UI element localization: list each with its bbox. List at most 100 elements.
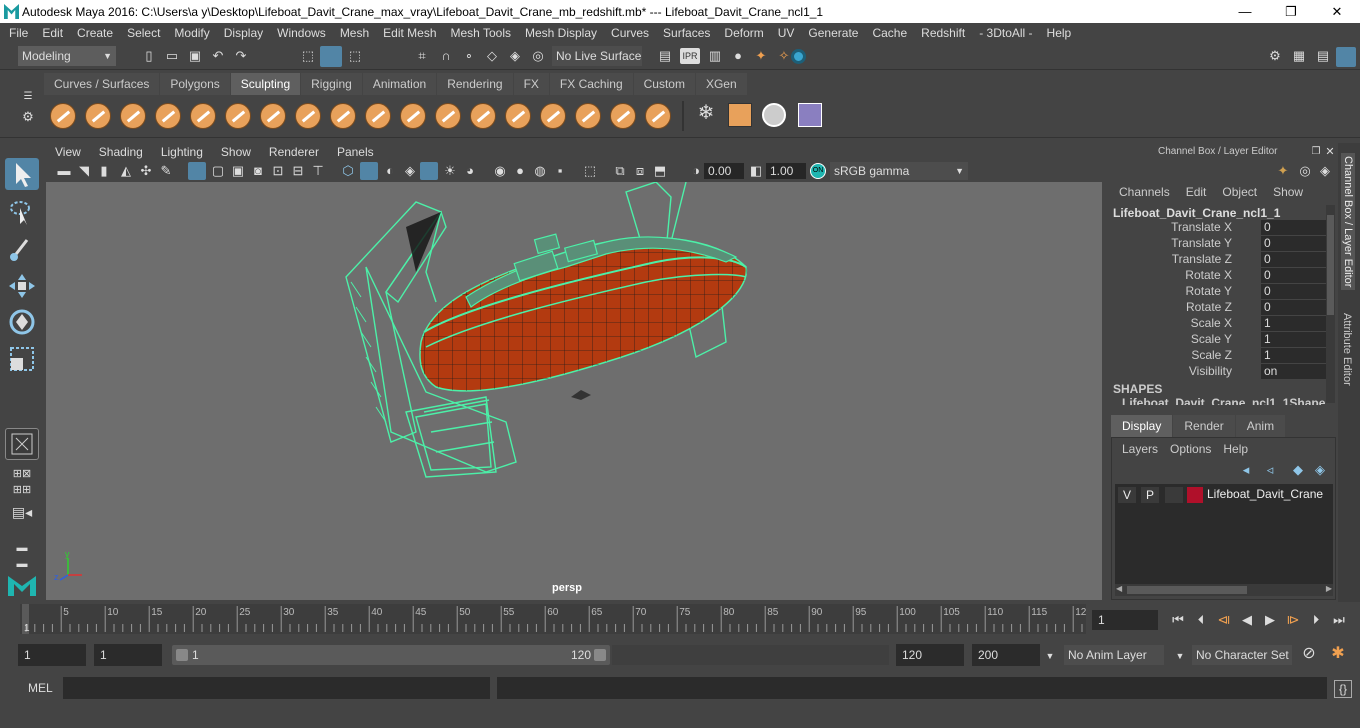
menu-deform[interactable]: Deform xyxy=(717,26,770,40)
repeat-tool-icon[interactable] xyxy=(330,103,356,129)
go-to-start-icon[interactable]: ⏮ xyxy=(1170,612,1186,628)
chevron-down-icon[interactable]: ▼ xyxy=(1044,648,1056,664)
snap-grid-icon[interactable]: ⌗ xyxy=(414,48,430,64)
channel-row[interactable]: Scale X1 xyxy=(1108,316,1328,332)
menu-create[interactable]: Create xyxy=(70,26,120,40)
maya-workspace-icon[interactable] xyxy=(6,570,38,598)
channel-row[interactable]: Rotate Z0 xyxy=(1108,300,1328,316)
four-view-layout-icon[interactable]: ⊞⊠ ⊞⊞ xyxy=(8,466,36,498)
film-gate-icon[interactable]: ▢ xyxy=(210,163,226,179)
playback-end-field[interactable]: 120 xyxy=(896,644,964,666)
channel-row[interactable]: Scale Z1 xyxy=(1108,348,1328,364)
menu-mesh-tools[interactable]: Mesh Tools xyxy=(444,26,518,40)
gate-mask-icon[interactable]: ◙ xyxy=(250,163,266,179)
playback-start-field[interactable]: 1 xyxy=(94,644,162,666)
animation-preferences-icon[interactable]: ✱ xyxy=(1328,646,1348,662)
channel-row[interactable]: Rotate Y0 xyxy=(1108,284,1328,300)
scale-tool-icon[interactable] xyxy=(5,342,39,374)
snap-point-icon[interactable]: ∘ xyxy=(461,48,477,64)
play-backwards-icon[interactable]: ◀ xyxy=(1239,612,1255,628)
wax-tool-icon[interactable] xyxy=(400,103,426,129)
bookmark-icon[interactable]: ▮ xyxy=(96,163,112,179)
menu-modify[interactable]: Modify xyxy=(167,26,216,40)
exposure-field[interactable]: 0.00 xyxy=(704,163,744,179)
anti-aliasing-icon[interactable]: ▪ xyxy=(552,163,568,179)
smear-tool-icon[interactable] xyxy=(540,103,566,129)
imprint-tool-icon[interactable] xyxy=(365,103,391,129)
layout-icon[interactable]: ▦ xyxy=(1290,48,1308,64)
select-component-icon[interactable]: ⬚ xyxy=(347,48,363,64)
spray-tool-icon[interactable] xyxy=(295,103,321,129)
menu-3dtoall[interactable]: - 3DtoAll - xyxy=(972,26,1039,40)
perspective-viewport[interactable]: y z persp xyxy=(46,182,1102,600)
smooth-tool-icon[interactable] xyxy=(85,103,111,129)
save-scene-icon[interactable]: ▣ xyxy=(187,48,203,64)
menu-help[interactable]: Help xyxy=(1040,26,1079,40)
convert-to-frozen-icon[interactable]: ❄ xyxy=(694,103,718,123)
viewport-menu-show[interactable]: Show xyxy=(212,145,260,159)
scene-start-field[interactable]: 1 xyxy=(18,644,86,666)
new-scene-icon[interactable]: ▯ xyxy=(141,48,157,64)
viewport-menu-shading[interactable]: Shading xyxy=(90,145,152,159)
character-set-dropdown[interactable]: No Character Set xyxy=(1192,645,1292,665)
amplify-tool-icon[interactable] xyxy=(610,103,636,129)
viewport-menu-renderer[interactable]: Renderer xyxy=(260,145,328,159)
live-surface-field[interactable]: No Live Surface xyxy=(552,46,642,66)
tab-xgen[interactable]: XGen xyxy=(695,73,747,95)
menu-edit-mesh[interactable]: Edit Mesh xyxy=(376,26,443,40)
shadows-icon[interactable]: ◕ xyxy=(462,163,478,179)
depth-of-field-icon[interactable]: ⧉ xyxy=(612,163,628,179)
menu-show[interactable]: Show xyxy=(1265,185,1311,199)
hypershade-icon[interactable]: ● xyxy=(730,48,746,64)
close-panel-icon[interactable]: ✕ xyxy=(1324,144,1336,160)
relax-tool-icon[interactable] xyxy=(120,103,146,129)
default-material-icon[interactable]: ◐ xyxy=(382,163,398,179)
move-layer-down-icon[interactable]: ◃ xyxy=(1262,462,1278,478)
resolution-gate-icon[interactable]: ▣ xyxy=(230,163,246,179)
pinch-tool-icon[interactable] xyxy=(190,103,216,129)
channel-row[interactable]: Translate X0 xyxy=(1108,220,1328,236)
script-editor-icon[interactable]: {} xyxy=(1334,680,1352,698)
step-forward-key-icon[interactable]: ⧐ xyxy=(1285,612,1301,628)
exposure-icon[interactable]: ◑ xyxy=(688,163,704,179)
render-frame-icon[interactable]: ▤ xyxy=(657,48,673,64)
menu-display[interactable]: Display xyxy=(217,26,270,40)
mode-dropdown[interactable]: Modeling ▼ xyxy=(18,46,116,66)
gamma-field[interactable]: 1.00 xyxy=(766,163,806,179)
time-ruler[interactable]: 5 10 15 20 25 30 35 40 45 50 55 60 65 70 75 80 85 90 95 100… xyxy=(20,604,1086,634)
go-to-end-icon[interactable]: ⏭ xyxy=(1331,612,1347,628)
safe-action-icon[interactable]: ⊟ xyxy=(290,163,306,179)
menu-file[interactable]: File xyxy=(2,26,35,40)
camera-attributes-icon[interactable]: ◥ xyxy=(76,163,92,179)
tab-polygons[interactable]: Polygons xyxy=(160,73,230,95)
step-forward-frame-icon[interactable]: ⏵ xyxy=(1308,612,1324,628)
use-all-lights-icon[interactable]: ☀ xyxy=(442,163,458,179)
menu-layer-help[interactable]: Help xyxy=(1217,442,1254,456)
single-perspective-layout-icon[interactable] xyxy=(5,428,39,460)
tab-custom[interactable]: Custom xyxy=(633,73,695,95)
screen-space-icon[interactable]: ⬒ xyxy=(652,163,668,179)
redshift-ipr-icon[interactable]: ✧ xyxy=(776,48,792,64)
side-tab-channel-box[interactable]: Channel Box / Layer Editor xyxy=(1341,153,1355,291)
menu-edit[interactable]: Edit xyxy=(35,26,70,40)
knife-tool-icon[interactable] xyxy=(505,103,531,129)
layer-visibility-toggle[interactable]: V xyxy=(1118,487,1136,503)
maximize-button[interactable]: ❐ xyxy=(1268,0,1314,23)
toggle-sidebar-icon[interactable] xyxy=(1336,47,1356,67)
sculpt-geometry-icon[interactable] xyxy=(762,103,786,127)
select-tool-icon[interactable] xyxy=(5,158,39,190)
menu-options[interactable]: Options xyxy=(1164,442,1217,456)
minimize-button[interactable]: — xyxy=(1222,0,1268,23)
menu-mesh-display[interactable]: Mesh Display xyxy=(518,26,604,40)
tab-fx[interactable]: FX xyxy=(513,73,549,95)
gamma-icon[interactable]: ◧ xyxy=(748,163,764,179)
menu-mesh[interactable]: Mesh xyxy=(333,26,376,40)
outliner-layout-icon[interactable]: ▤◂ xyxy=(8,504,36,520)
xray-icon[interactable]: ◉ xyxy=(492,163,508,179)
paint-select-tool-icon[interactable] xyxy=(5,232,39,264)
auto-key-icon[interactable]: ⊘ xyxy=(1300,646,1318,662)
tab-fx-caching[interactable]: FX Caching xyxy=(549,73,633,95)
ipr-render-icon[interactable]: IPR xyxy=(680,48,700,64)
tab-rigging[interactable]: Rigging xyxy=(301,73,362,95)
menu-layers[interactable]: Layers xyxy=(1116,442,1164,456)
